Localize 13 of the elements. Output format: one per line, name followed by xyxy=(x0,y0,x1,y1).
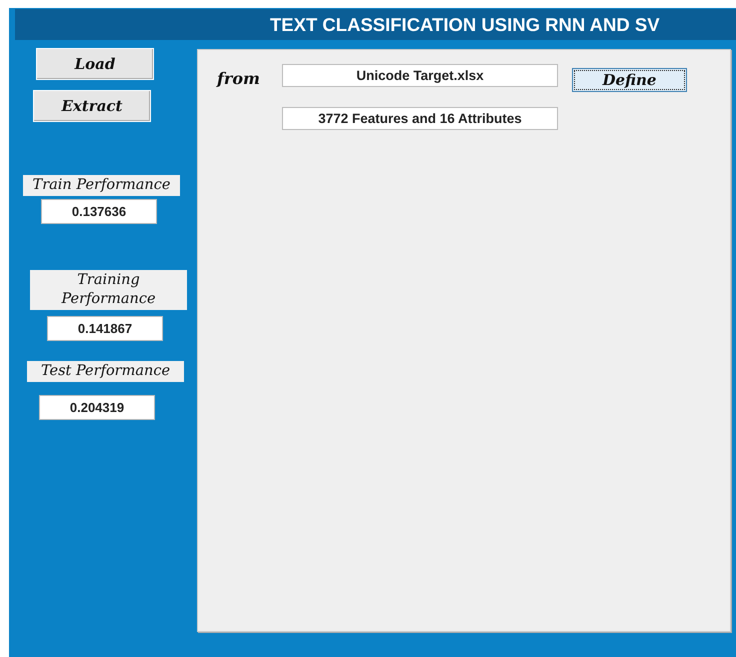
app-title: TEXT CLASSIFICATION USING RNN AND SV xyxy=(270,14,660,36)
extract-button[interactable]: Extract xyxy=(33,90,151,122)
load-button[interactable]: Load xyxy=(36,48,154,80)
file-field[interactable]: Unicode Target.xlsx xyxy=(282,64,558,87)
metric-value: 0.141867 xyxy=(47,316,163,341)
info-field[interactable]: 3772 Features and 16 Attributes xyxy=(282,107,558,130)
metric-value: 0.137636 xyxy=(41,199,157,224)
metric-label: Training Performance xyxy=(30,270,187,310)
from-label: from xyxy=(217,68,261,88)
metric-value: 0.204319 xyxy=(39,395,155,420)
metric-label: Test Performance xyxy=(27,361,184,382)
metric-label: Train Performance xyxy=(23,175,180,196)
define-button[interactable]: Define xyxy=(572,68,687,92)
